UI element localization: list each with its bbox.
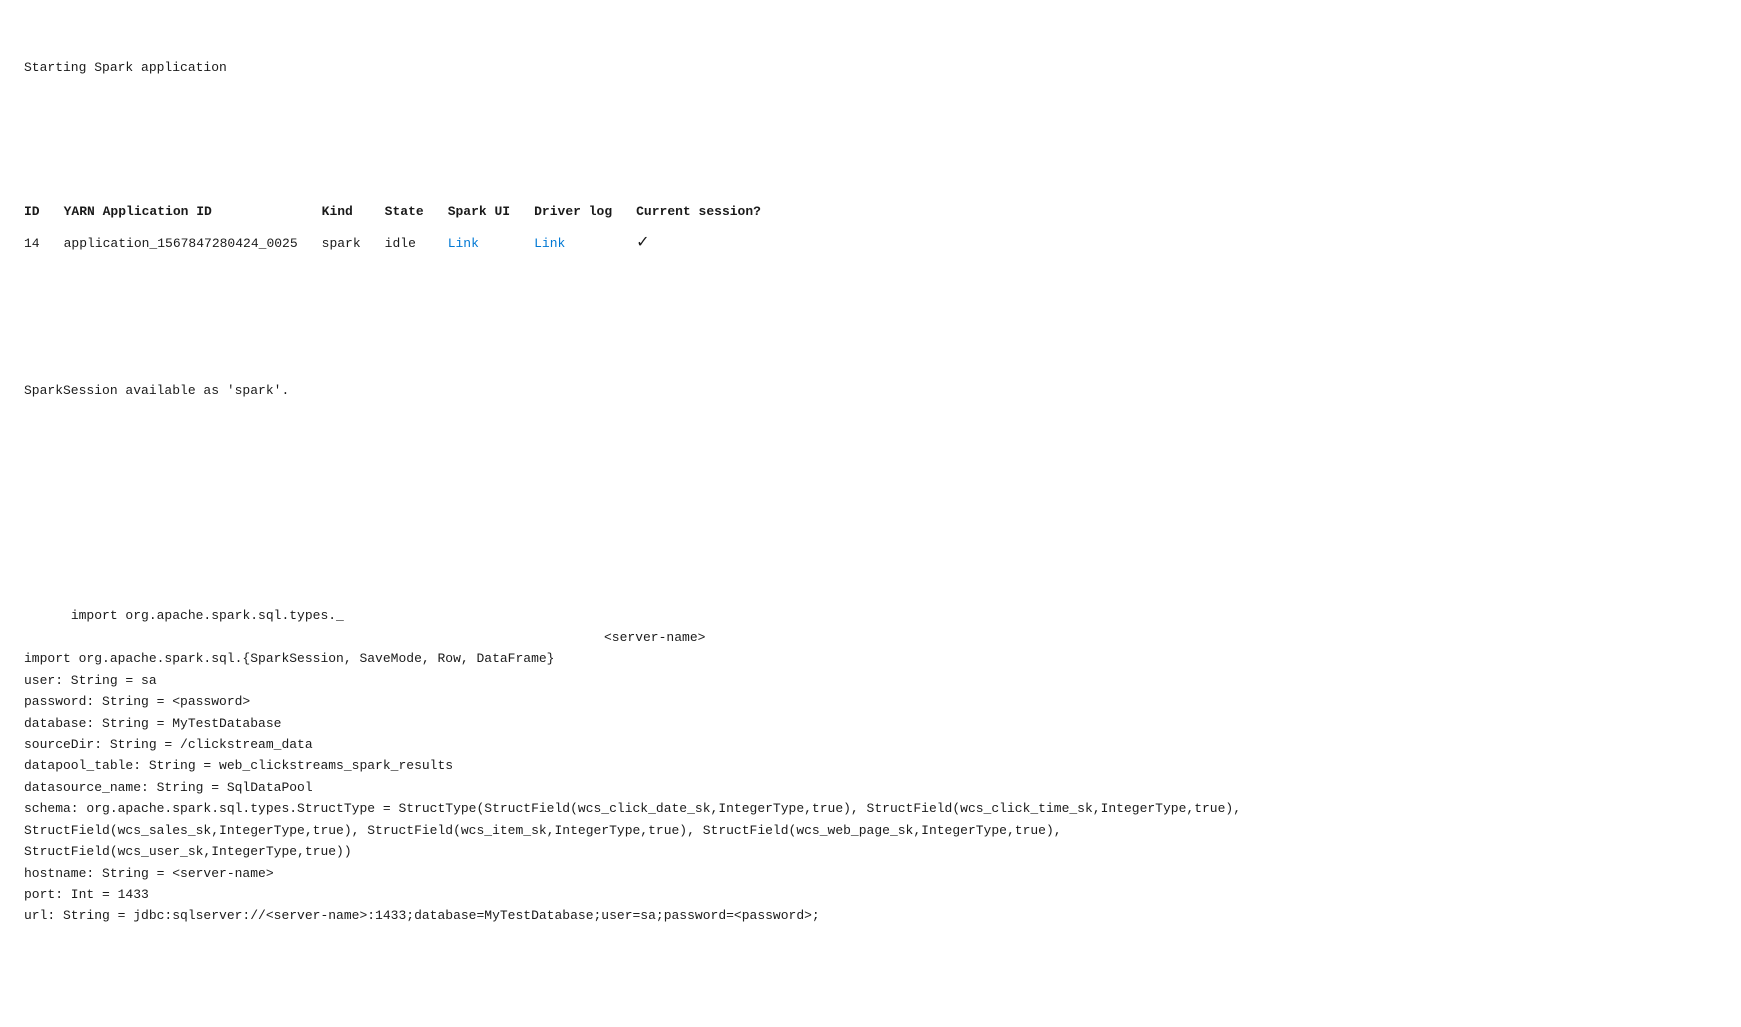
code-section: import org.apache.spark.sql.types._ <ser… [24, 542, 1717, 990]
cell-state: idle [385, 227, 448, 261]
col-header-current-session: Current session? [636, 198, 785, 227]
code-line-13: port: Int = 1433 [24, 887, 149, 902]
code-line-6: sourceDir: String = /clickstream_data [24, 737, 313, 752]
session-table-container: ID YARN Application ID Kind State Spark … [24, 157, 1717, 303]
cell-id: 14 [24, 227, 64, 261]
cell-spark-ui[interactable]: Link [448, 227, 534, 261]
col-header-driver-log: Driver log [534, 198, 636, 227]
session-table: ID YARN Application ID Kind State Spark … [24, 198, 785, 260]
cell-current-session: ✓ [636, 227, 785, 261]
code-line-5: database: String = MyTestDatabase [24, 716, 281, 731]
cell-yarn-app-id: application_1567847280424_0025 [64, 227, 322, 261]
code-line-12: hostname: String = <server-name> [24, 866, 274, 881]
code-line-7: datapool_table: String = web_clickstream… [24, 758, 453, 773]
code-line-2: import org.apache.spark.sql.{SparkSessio… [24, 651, 555, 666]
code-line-1: import org.apache.spark.sql.types._ [71, 608, 344, 623]
code-line-3: user: String = sa [24, 673, 157, 688]
sparksession-line: SparkSession available as 'spark'. [24, 381, 1717, 402]
table-row: 14 application_1567847280424_0025 spark … [24, 227, 785, 261]
code-line-10: StructField(wcs_sales_sk,IntegerType,tru… [24, 823, 1062, 838]
code-line-14: url: String = jdbc:sqlserver://<server-n… [24, 908, 820, 923]
code-line-8: datasource_name: String = SqlDataPool [24, 780, 313, 795]
server-name-placeholder-inline: <server-name> [604, 630, 705, 645]
col-header-state: State [385, 198, 448, 227]
code-block: import org.apache.spark.sql.types._ <ser… [24, 584, 1717, 948]
col-header-spark-ui: Spark UI [448, 198, 534, 227]
col-header-id: ID [24, 198, 64, 227]
col-header-kind: Kind [322, 198, 385, 227]
starting-line: Starting Spark application [24, 58, 1717, 79]
code-line-11: StructField(wcs_user_sk,IntegerType,true… [24, 844, 352, 859]
cell-driver-log[interactable]: Link [534, 227, 636, 261]
col-header-yarn-app-id: YARN Application ID [64, 198, 322, 227]
code-line-9: schema: org.apache.spark.sql.types.Struc… [24, 801, 1241, 816]
code-line-4: password: String = <password> [24, 694, 250, 709]
cell-kind: spark [322, 227, 385, 261]
